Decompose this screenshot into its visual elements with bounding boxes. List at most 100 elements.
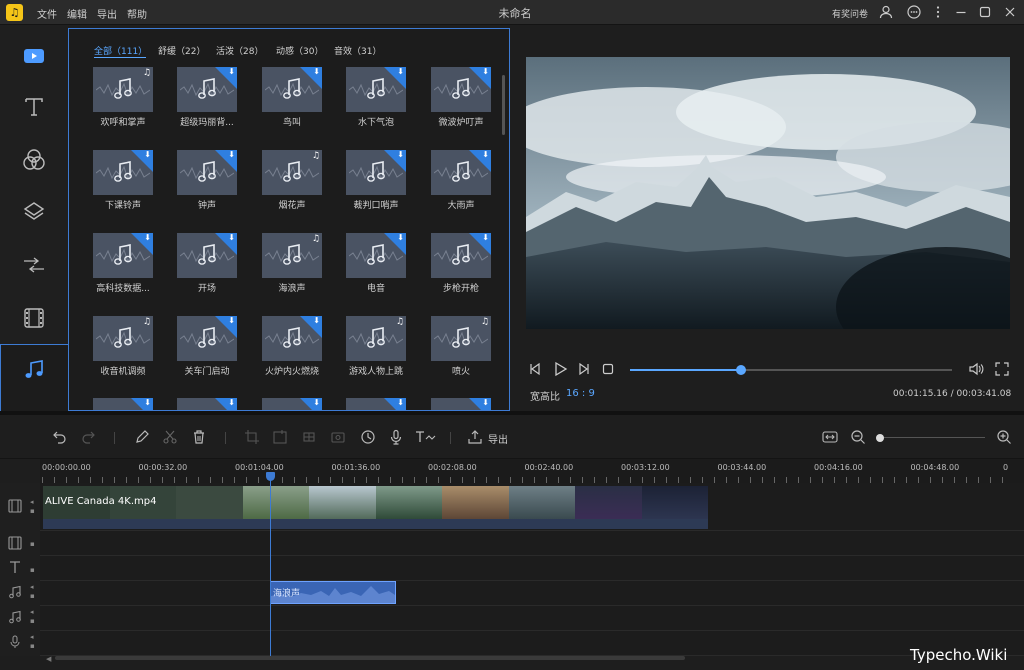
menu-export[interactable]: 导出: [97, 6, 117, 21]
film-icon[interactable]: [18, 302, 50, 334]
tab-lively[interactable]: 活泼（28）: [216, 44, 263, 57]
download-icon[interactable]: ⬇: [228, 399, 235, 407]
fit-timeline-icon[interactable]: [822, 429, 838, 445]
download-icon[interactable]: ⬇: [228, 68, 235, 76]
aspect-ratio-value[interactable]: 16 : 9: [566, 388, 595, 399]
playback-progress-handle[interactable]: [736, 365, 746, 375]
download-icon[interactable]: ⬇: [482, 151, 489, 159]
music-card[interactable]: ⬇: [431, 67, 491, 112]
edit-pencil-icon[interactable]: [134, 429, 150, 445]
close-icon[interactable]: [1002, 4, 1018, 20]
playhead[interactable]: [270, 480, 271, 660]
lock-icon[interactable]: ▪: [30, 540, 35, 548]
music-card[interactable]: ⬇: [346, 398, 406, 410]
transition-icon[interactable]: [18, 249, 50, 281]
track-mute-lock-icon[interactable]: ◂ ▪: [30, 633, 35, 651]
tab-soothing[interactable]: 舒缓（22）: [158, 44, 205, 57]
menu-file[interactable]: 文件: [37, 6, 57, 21]
tab-dynamic[interactable]: 动感（30）: [276, 44, 323, 57]
filter-icon[interactable]: [18, 144, 50, 176]
chat-icon[interactable]: [906, 4, 922, 20]
music-card[interactable]: ⬇: [177, 150, 237, 195]
tab-sound-effects[interactable]: 音效（31）: [334, 44, 381, 57]
zoom-slider-handle[interactable]: [876, 434, 884, 442]
music-card[interactable]: ⬇: [346, 233, 406, 278]
timeline-scrollbar[interactable]: [55, 656, 685, 660]
music-card[interactable]: ⬇: [93, 150, 153, 195]
microphone-icon[interactable]: [388, 429, 404, 445]
prev-frame-icon[interactable]: [528, 362, 542, 376]
menu-help[interactable]: 帮助: [127, 6, 147, 21]
cut-icon[interactable]: [162, 429, 178, 445]
music-card[interactable]: ⬇: [93, 398, 153, 410]
zoom-in-icon[interactable]: [996, 429, 1012, 445]
export-button[interactable]: 导出: [488, 431, 508, 446]
tab-all[interactable]: 全部（111）: [94, 44, 147, 57]
track-mute-lock-icon[interactable]: ◂ ▪: [30, 608, 35, 626]
text-to-speech-icon[interactable]: [414, 429, 436, 445]
download-icon[interactable]: ⬇: [228, 234, 235, 242]
screenshot-icon[interactable]: [330, 429, 346, 445]
download-icon[interactable]: ⬇: [313, 68, 320, 76]
music-card[interactable]: ⬇: [177, 233, 237, 278]
play-icon[interactable]: [552, 361, 568, 377]
crop-icon[interactable]: [244, 429, 260, 445]
text-icon[interactable]: [18, 91, 50, 123]
download-icon[interactable]: ⬇: [228, 151, 235, 159]
next-frame-icon[interactable]: [577, 362, 591, 376]
music-card[interactable]: ⬇: [346, 150, 406, 195]
music-card[interactable]: ⬇: [431, 150, 491, 195]
download-icon[interactable]: ⬇: [313, 399, 320, 407]
download-icon[interactable]: ⬇: [228, 317, 235, 325]
music-card[interactable]: ⬇: [262, 67, 322, 112]
survey-link[interactable]: 有奖问卷: [832, 7, 868, 20]
music-card[interactable]: ⬇: [177, 398, 237, 410]
download-icon[interactable]: ⬇: [482, 68, 489, 76]
music-card[interactable]: ♫: [431, 316, 491, 361]
download-icon[interactable]: ⬇: [482, 234, 489, 242]
grid-icon[interactable]: [301, 429, 317, 445]
speed-icon[interactable]: [360, 429, 376, 445]
download-icon[interactable]: ⬇: [144, 234, 151, 242]
volume-icon[interactable]: [968, 361, 984, 377]
music-card[interactable]: ⬇: [431, 233, 491, 278]
track-mute-lock-icon[interactable]: ◂ ▪: [30, 498, 35, 516]
download-icon[interactable]: ⬇: [397, 151, 404, 159]
media-icon[interactable]: [18, 40, 50, 72]
music-card[interactable]: ⬇: [431, 398, 491, 410]
delete-icon[interactable]: [191, 429, 207, 445]
music-icon[interactable]: [18, 354, 50, 386]
redo-icon[interactable]: [80, 429, 96, 445]
lock-icon[interactable]: ▪: [30, 566, 35, 574]
download-icon[interactable]: ⬇: [482, 399, 489, 407]
overlay-icon[interactable]: [18, 196, 50, 228]
stop-icon[interactable]: [602, 363, 614, 375]
fullscreen-icon[interactable]: [994, 361, 1010, 377]
download-icon[interactable]: ⬇: [144, 399, 151, 407]
download-icon[interactable]: ⬇: [397, 399, 404, 407]
music-card[interactable]: ⬇: [262, 398, 322, 410]
download-icon[interactable]: ⬇: [397, 68, 404, 76]
zoom-out-icon[interactable]: [850, 429, 866, 445]
music-card[interactable]: ⬇: [177, 316, 237, 361]
menu-edit[interactable]: 编辑: [67, 6, 87, 21]
more-icon[interactable]: [930, 4, 946, 20]
music-card[interactable]: ♫: [346, 316, 406, 361]
maximize-icon[interactable]: [977, 4, 993, 20]
export-icon[interactable]: [467, 429, 483, 445]
track-mute-lock-icon[interactable]: ◂ ▪: [30, 583, 35, 601]
music-card[interactable]: ⬇: [93, 233, 153, 278]
undo-icon[interactable]: [52, 429, 68, 445]
music-card[interactable]: ♫: [262, 150, 322, 195]
minimize-icon[interactable]: [953, 4, 969, 20]
zoom-slider-track[interactable]: [880, 437, 985, 438]
library-scrollbar[interactable]: [502, 75, 505, 135]
music-card[interactable]: ♫: [93, 67, 153, 112]
user-icon[interactable]: [878, 4, 894, 20]
download-icon[interactable]: ⬇: [144, 151, 151, 159]
music-card[interactable]: ⬇: [346, 67, 406, 112]
scroll-left-icon[interactable]: ◀: [46, 655, 51, 663]
download-icon[interactable]: ⬇: [313, 317, 320, 325]
mosaic-icon[interactable]: [272, 429, 288, 445]
music-card[interactable]: ♫: [93, 316, 153, 361]
